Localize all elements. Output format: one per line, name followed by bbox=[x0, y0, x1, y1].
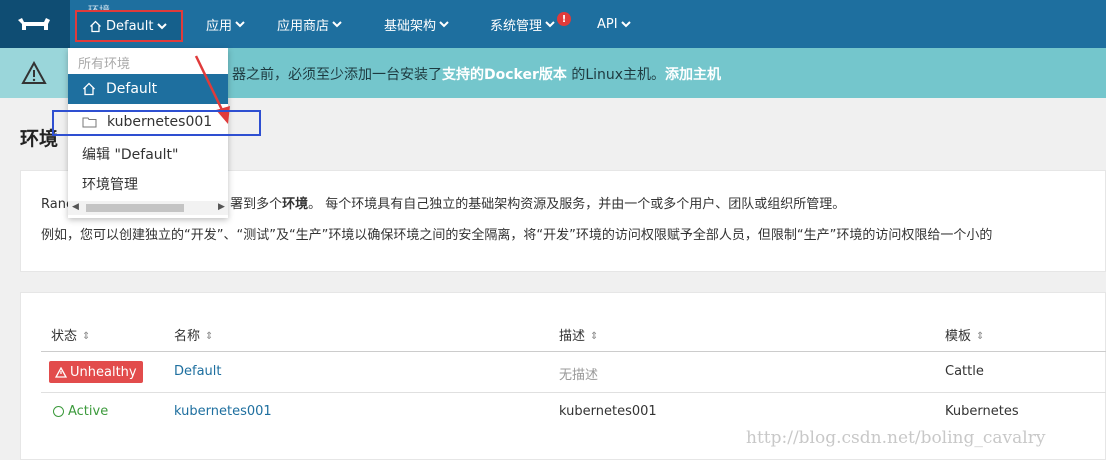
env-template: Cattle bbox=[945, 364, 984, 379]
chevron-down-icon bbox=[235, 21, 245, 28]
chevron-down-icon bbox=[620, 21, 631, 28]
chevron-down-icon bbox=[439, 21, 449, 28]
env-name-link[interactable]: kubernetes001 bbox=[174, 404, 272, 419]
warning-triangle-icon bbox=[0, 48, 68, 98]
nav-admin[interactable]: 系统管理 ! bbox=[490, 0, 572, 48]
scrollbar-thumb[interactable] bbox=[86, 204, 184, 212]
header-divider bbox=[41, 351, 1106, 352]
sort-icon: ⇕ bbox=[82, 331, 91, 342]
column-header-description[interactable]: 描述 ⇕ bbox=[559, 325, 598, 344]
nav-catalog[interactable]: 应用商店 bbox=[277, 0, 342, 48]
nav-api[interactable]: API bbox=[597, 0, 631, 48]
edit-environment-item[interactable]: 编辑 "Default" bbox=[68, 139, 228, 169]
rancher-cow-icon bbox=[18, 18, 50, 30]
scroll-right-icon[interactable]: ▶ bbox=[218, 202, 225, 212]
home-icon bbox=[83, 82, 95, 96]
docker-version-link[interactable]: 支持的Docker版本 bbox=[442, 67, 567, 83]
env-name-link[interactable]: Default bbox=[174, 364, 222, 379]
alert-icon: ! bbox=[557, 12, 572, 26]
sort-icon: ⇕ bbox=[976, 331, 985, 342]
status-badge-active: Active bbox=[53, 404, 108, 419]
column-header-status[interactable]: 状态 ⇕ bbox=[51, 325, 90, 344]
annotation-highlight-box bbox=[52, 110, 261, 136]
rancher-logo[interactable] bbox=[0, 0, 70, 48]
nav-infrastructure[interactable]: 基础架构 bbox=[384, 0, 449, 48]
dropdown-header: 所有环境 bbox=[78, 57, 131, 72]
circle-icon bbox=[53, 406, 64, 417]
manage-environments-item[interactable]: 环境管理 bbox=[68, 169, 228, 199]
add-host-link[interactable]: 添加主机 bbox=[665, 67, 721, 83]
column-header-template[interactable]: 模板 ⇕ bbox=[945, 325, 984, 344]
env-description: kubernetes001 bbox=[559, 404, 657, 419]
sort-icon: ⇕ bbox=[205, 331, 214, 342]
env-description: 无描述 bbox=[559, 368, 599, 383]
status-badge-unhealthy: Unhealthy bbox=[49, 361, 143, 383]
info-line-2: 例如，您可以创建独立的“开发”、“测试”及“生产”环境以确保环境之间的安全隔离，… bbox=[41, 228, 993, 243]
home-icon bbox=[90, 20, 101, 32]
top-nav: 环境 Default 应用 应用商店 基础架构 系统管理 ! API bbox=[0, 0, 1106, 48]
watermark: http://blog.csdn.net/boling_cavalry bbox=[746, 428, 1046, 448]
environment-switcher-button[interactable]: Default bbox=[75, 10, 183, 42]
chevron-down-icon bbox=[332, 21, 342, 28]
sort-icon: ⇕ bbox=[590, 331, 599, 342]
chevron-down-icon bbox=[545, 21, 555, 28]
banner-message: 器之前，必须至少添加一台安装了支持的Docker版本 的Linux主机。添加主机 bbox=[232, 67, 722, 83]
column-header-name[interactable]: 名称 ⇕ bbox=[174, 325, 213, 344]
chevron-down-icon bbox=[156, 23, 167, 30]
env-template: Kubernetes bbox=[945, 404, 1019, 419]
warning-icon bbox=[55, 366, 67, 378]
env-current-label: Default bbox=[106, 18, 154, 34]
nav-apps[interactable]: 应用 bbox=[206, 0, 245, 48]
dropdown-horizontal-scrollbar[interactable]: ◀ ▶ bbox=[68, 201, 228, 215]
scroll-left-icon[interactable]: ◀ bbox=[72, 202, 79, 212]
row-divider bbox=[41, 392, 1106, 393]
